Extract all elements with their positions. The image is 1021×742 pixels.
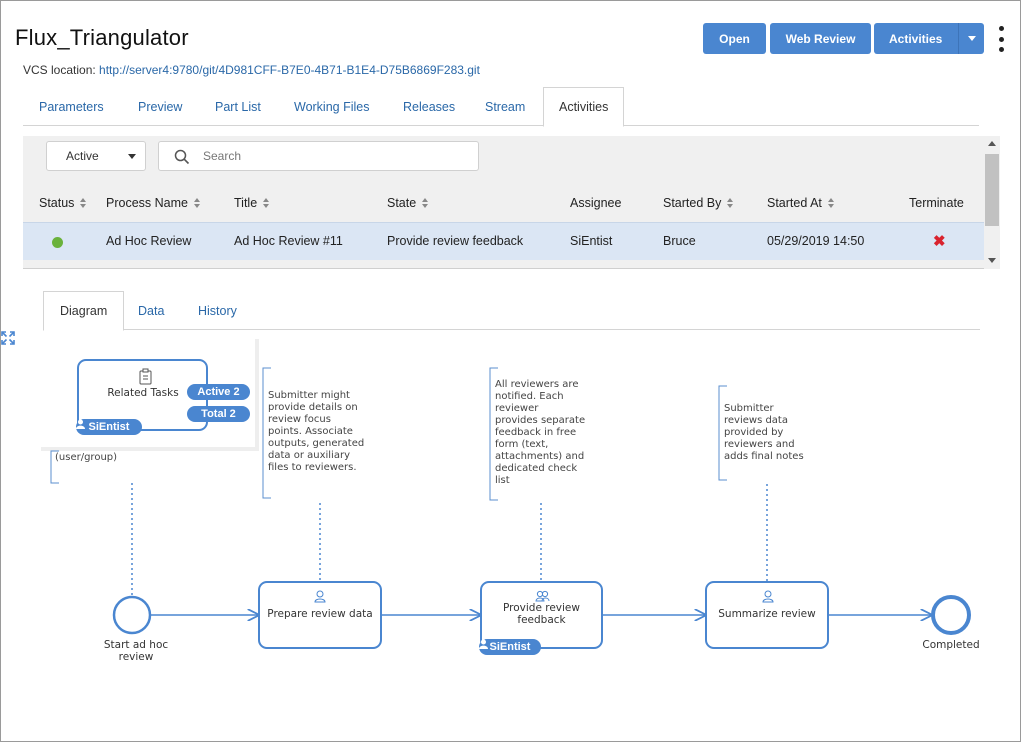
annotation-summarize: Submitter reviews data provided by reviewer…	[724, 403, 804, 462]
sort-icon	[827, 198, 834, 208]
provide-task-label[interactable]: Provide review feedback	[485, 602, 598, 626]
chevron-down-icon	[128, 154, 136, 159]
col-header-status[interactable]: Status	[39, 196, 87, 210]
tab-stream[interactable]: Stream	[485, 87, 525, 126]
search-placeholder: Search	[203, 149, 242, 163]
user-icon	[479, 639, 488, 649]
tab-parameters[interactable]: Parameters	[39, 87, 104, 126]
col-header-assignee: Assignee	[570, 196, 622, 210]
terminate-x-icon[interactable]: ✖	[933, 234, 946, 249]
sort-icon	[727, 198, 734, 208]
prepare-task-label[interactable]: Prepare review data	[263, 608, 377, 620]
vcs-location: VCS location: http://server4:9780/git/4D…	[23, 63, 480, 77]
status-filter-select[interactable]: Active	[46, 141, 146, 171]
provide-assignee-badge: SiEntist	[479, 639, 541, 655]
col-header-terminate: Terminate	[909, 196, 964, 210]
cell-process-name: Ad Hoc Review	[106, 234, 192, 248]
scroll-thumb[interactable]	[985, 154, 999, 226]
col-header-title[interactable]: Title	[234, 196, 270, 210]
assignee-badge: SiEntist	[76, 419, 142, 435]
tab-diagram[interactable]: Diagram	[43, 291, 125, 331]
search-icon	[174, 149, 190, 165]
tab-part-list[interactable]: Part List	[215, 87, 261, 126]
web-review-button[interactable]: Web Review	[770, 23, 871, 54]
cell-started-at: 05/29/2019 14:50	[767, 234, 865, 248]
main-tabs: Parameters Preview Part List Working Fil…	[23, 87, 979, 127]
col-header-started-at[interactable]: Started At	[767, 196, 834, 210]
scroll-down-icon[interactable]	[988, 258, 996, 263]
scroll-up-icon[interactable]	[988, 141, 996, 146]
vcs-url-link[interactable]: http://server4:9780/git/4D981CFF-B7E0-4B…	[99, 63, 480, 77]
tab-activities[interactable]: Activities	[543, 87, 625, 127]
active-badge[interactable]: Active 2	[187, 384, 250, 400]
col-header-process-name[interactable]: Process Name	[106, 196, 200, 210]
tab-history[interactable]: History	[198, 291, 237, 330]
status-filter-value: Active	[66, 149, 99, 163]
tab-working-files[interactable]: Working Files	[294, 87, 369, 126]
cell-state: Provide review feedback	[387, 234, 524, 248]
table-row[interactable]: Ad Hoc Review Ad Hoc Review #11 Provide …	[23, 222, 984, 260]
user-icon	[76, 419, 85, 429]
tab-releases[interactable]: Releases	[403, 87, 455, 126]
annotation-provide: All reviewers are notified. Each reviewer p…	[495, 379, 586, 486]
tab-data[interactable]: Data	[138, 291, 164, 330]
activities-grid: Active Search Status Process Name Title …	[23, 136, 1000, 269]
activities-dropdown-caret[interactable]	[958, 23, 984, 54]
expand-icon[interactable]	[1, 331, 15, 345]
summarize-task-label[interactable]: Summarize review	[710, 608, 824, 620]
total-badge[interactable]: Total 2	[187, 406, 250, 422]
start-event	[112, 595, 152, 635]
tab-preview[interactable]: Preview	[138, 87, 182, 126]
end-event	[931, 595, 971, 635]
cell-started-by: Bruce	[663, 234, 696, 248]
open-button[interactable]: Open	[703, 23, 766, 54]
status-active-dot	[52, 237, 63, 248]
sort-icon	[193, 198, 200, 208]
activities-button-label: Activities	[889, 31, 943, 46]
page-title: Flux_Triangulator	[15, 25, 189, 50]
col-header-started-by[interactable]: Started By	[663, 196, 734, 210]
process-diagram: Related Tasks Active 2 Total 2 SiEntist …	[1, 331, 1021, 731]
sort-icon	[80, 198, 87, 208]
start-event-label: Start ad hoc review	[103, 639, 169, 663]
col-header-state[interactable]: State	[387, 196, 429, 210]
cell-assignee: SiEntist	[570, 234, 613, 248]
activities-button[interactable]: Activities	[874, 23, 984, 54]
vcs-label: VCS location:	[23, 63, 96, 77]
kebab-menu-icon[interactable]	[997, 26, 1005, 52]
detail-tabs: Diagram Data History	[43, 291, 980, 331]
search-input[interactable]: Search	[158, 141, 479, 171]
cell-title: Ad Hoc Review #11	[234, 234, 343, 248]
annotation-prepare: Submitter might provide details on review …	[268, 390, 365, 473]
end-event-label: Completed	[922, 639, 980, 651]
sort-icon	[422, 198, 429, 208]
sort-icon	[263, 198, 270, 208]
related-tasks-label: Related Tasks	[107, 387, 179, 399]
user-group-note: (user/group)	[55, 452, 118, 463]
grid-scrollbar[interactable]	[984, 136, 1000, 269]
